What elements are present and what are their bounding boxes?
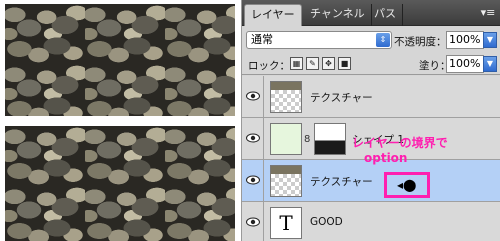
panel-tabs: レイヤー チャンネル パス ▾≡ (242, 0, 500, 26)
clipping-cursor-icon: ◂⬤ (397, 178, 417, 192)
select-arrows-icon: ⇕ (376, 33, 390, 47)
stone-texture-image-bottom (5, 126, 235, 241)
layer-row[interactable]: T GOOD (242, 202, 500, 241)
canvas-divider (0, 116, 235, 126)
layer-name: テクスチャー (310, 92, 373, 104)
visibility-eye-icon[interactable] (242, 76, 264, 118)
layers-panel: レイヤー チャンネル パス ▾≡ 通常 ⇕ 不透明度： 100% ▼ ロック： … (241, 0, 500, 241)
lock-all-icon[interactable]: ■ (338, 57, 351, 70)
lock-position-icon[interactable]: ✥ (322, 57, 335, 70)
stone-texture-image-top (5, 4, 235, 116)
tab-paths[interactable]: パス (368, 4, 403, 26)
panel-menu-icon[interactable]: ▾≡ (479, 6, 497, 20)
opacity-label: 不透明度： (394, 36, 447, 48)
visibility-eye-icon[interactable] (242, 202, 264, 241)
layer-row[interactable]: テクスチャー (242, 76, 500, 118)
annotation-line-2: option (364, 151, 408, 165)
vector-mask-thumbnail (314, 123, 346, 155)
opacity-input[interactable]: 100% (446, 31, 484, 49)
visibility-eye-icon[interactable] (242, 118, 264, 160)
shape-fill-thumbnail (270, 123, 302, 155)
tab-channels[interactable]: チャンネル (304, 4, 372, 26)
highlight-box: ◂⬤ (384, 172, 430, 198)
blend-mode-value: 通常 (251, 33, 273, 46)
layer-row-selected[interactable]: テクスチャー (242, 160, 500, 202)
blend-opacity-row: 通常 ⇕ 不透明度： 100% ▼ (242, 27, 500, 53)
layer-name: テクスチャー (310, 176, 373, 188)
layer-thumbnail (270, 81, 302, 113)
lock-fill-row: ロック： ▦ ✎ ✥ ■ 塗り： 100% ▼ (242, 53, 500, 75)
document-canvas (0, 0, 235, 241)
link-chain-icon[interactable]: 8 (304, 134, 310, 145)
annotation-line-1: レイヤーの境界で (352, 136, 448, 150)
visibility-eye-icon[interactable] (242, 160, 264, 202)
fill-dropdown-icon[interactable]: ▼ (483, 56, 497, 72)
tab-layers[interactable]: レイヤー (244, 4, 302, 26)
annotation-text: レイヤーの境界で option (352, 136, 448, 166)
blend-mode-select[interactable]: 通常 ⇕ (246, 31, 392, 49)
layer-thumbnail (270, 165, 302, 197)
text-layer-thumbnail: T (270, 207, 302, 239)
opacity-dropdown-icon[interactable]: ▼ (483, 32, 497, 48)
lock-label: ロック： (248, 60, 290, 72)
lock-pixels-icon[interactable]: ✎ (306, 57, 319, 70)
layer-name: GOOD (310, 216, 343, 228)
lock-transparency-icon[interactable]: ▦ (290, 57, 303, 70)
fill-input[interactable]: 100% (446, 55, 484, 73)
